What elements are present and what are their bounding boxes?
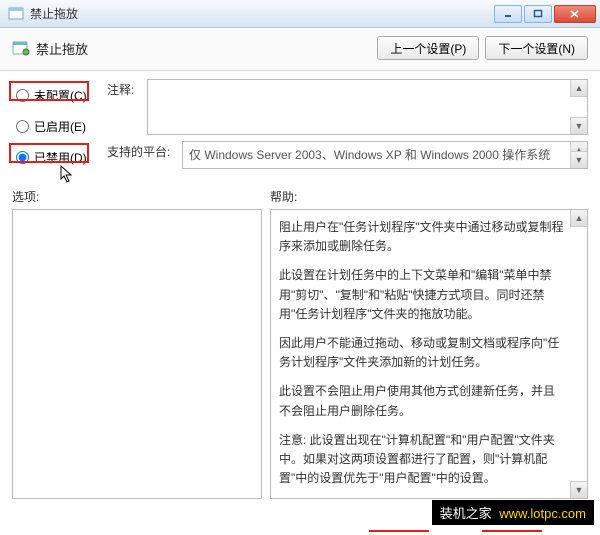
radio-disabled[interactable]: 已禁用(D) <box>12 147 107 168</box>
radio-not-configured-input[interactable] <box>16 89 29 102</box>
watermark-text: 装机之家 <box>440 506 492 521</box>
scroll-up-button[interactable]: ▲ <box>570 210 587 227</box>
radio-disabled-label: 已禁用(D) <box>34 149 87 166</box>
help-text: 阻止用户在"任务计划程序"文件夹中通过移动或复制程序来添加或删除任务。 <box>279 218 565 256</box>
radio-not-configured-label: 未配置(C) <box>34 87 87 104</box>
supported-platform-value: 仅 Windows Server 2003、Windows XP 和 Windo… <box>182 141 588 169</box>
supported-platform-label: 支持的平台: <box>107 141 182 160</box>
help-text: 注意: 此设置出现在"计算机配置"和"用户配置"文件夹中。如果对这两项设置都进行… <box>279 431 565 489</box>
page-title: 禁止拖放 <box>36 39 371 58</box>
previous-setting-button[interactable]: 上一个设置(P) <box>377 36 479 60</box>
scroll-down-button[interactable]: ▼ <box>570 117 587 134</box>
window-title: 禁止拖放 <box>30 5 494 22</box>
radio-disabled-input[interactable] <box>16 151 29 164</box>
radio-not-configured[interactable]: 未配置(C) <box>12 85 107 106</box>
radio-enabled[interactable]: 已启用(E) <box>12 116 107 137</box>
help-panel: 阻止用户在"任务计划程序"文件夹中通过移动或复制程序来添加或删除任务。 此设置在… <box>270 209 588 499</box>
policy-icon <box>12 39 30 57</box>
maximize-button[interactable] <box>524 5 552 23</box>
app-icon <box>8 6 24 22</box>
watermark: 装机之家 www.lotpc.com <box>432 500 594 525</box>
options-panel <box>12 209 262 499</box>
help-text: 此设置在计划任务中的上下文菜单和"编辑"菜单中禁用"剪切"、"复制"和"粘贴"快… <box>279 266 565 324</box>
cursor-icon <box>60 165 74 183</box>
radio-enabled-label: 已启用(E) <box>34 118 86 135</box>
comment-label: 注释: <box>107 79 147 98</box>
comment-textarea[interactable]: ▲ ▼ <box>147 79 588 135</box>
minimize-button[interactable] <box>494 5 522 23</box>
options-label: 选项: <box>12 188 262 205</box>
watermark-url: www.lotpc.com <box>499 506 586 521</box>
close-button[interactable] <box>554 5 596 23</box>
help-text: 因此用户不能通过拖动、移动或复制文档或程序向"任务计划程序"文件夹添加新的计划任… <box>279 334 565 372</box>
help-label: 帮助: <box>270 188 588 205</box>
scroll-down-button[interactable]: ▼ <box>570 151 587 168</box>
help-text: 此设置不会阻止用户使用其他方式创建新任务，并且不会阻止用户删除任务。 <box>279 382 565 420</box>
scroll-up-button[interactable]: ▲ <box>570 80 587 97</box>
scroll-down-button[interactable]: ▼ <box>570 481 587 498</box>
radio-enabled-input[interactable] <box>16 120 29 133</box>
next-setting-button[interactable]: 下一个设置(N) <box>485 36 588 60</box>
